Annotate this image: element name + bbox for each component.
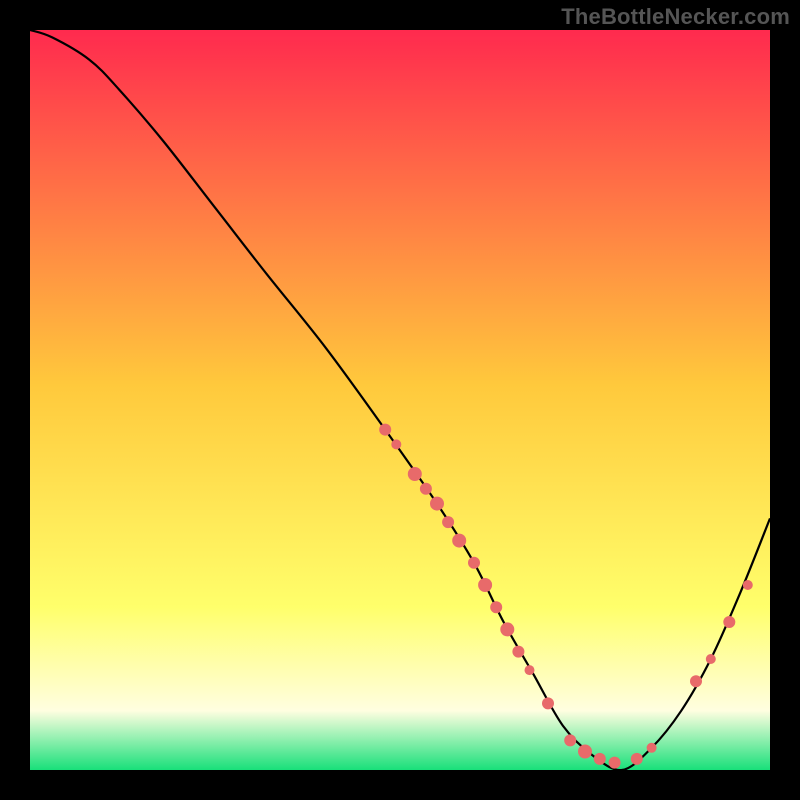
highlight-dot [647, 743, 657, 753]
highlight-dot [452, 534, 466, 548]
highlight-dot [478, 578, 492, 592]
highlight-dot [525, 665, 535, 675]
chart-frame: TheBottleNecker.com [0, 0, 800, 800]
highlight-dot [442, 516, 454, 528]
bottleneck-chart [30, 30, 770, 770]
highlight-dot [542, 697, 554, 709]
highlight-dot [706, 654, 716, 664]
highlight-dot [420, 483, 432, 495]
highlight-dot [391, 439, 401, 449]
highlight-dot [594, 753, 606, 765]
highlight-dot [430, 497, 444, 511]
highlight-dot [578, 745, 592, 759]
highlight-dot [468, 557, 480, 569]
highlight-dot [690, 675, 702, 687]
highlight-dot [408, 467, 422, 481]
highlight-dot [609, 757, 621, 769]
highlight-dot [743, 580, 753, 590]
highlight-dot [564, 734, 576, 746]
highlight-dot [631, 753, 643, 765]
highlight-dot [512, 646, 524, 658]
highlight-dot [723, 616, 735, 628]
highlight-dot [500, 622, 514, 636]
plot-area [30, 30, 770, 770]
highlight-dot [379, 424, 391, 436]
highlight-dot [490, 601, 502, 613]
gradient-background [30, 30, 770, 770]
watermark-text: TheBottleNecker.com [561, 4, 790, 30]
